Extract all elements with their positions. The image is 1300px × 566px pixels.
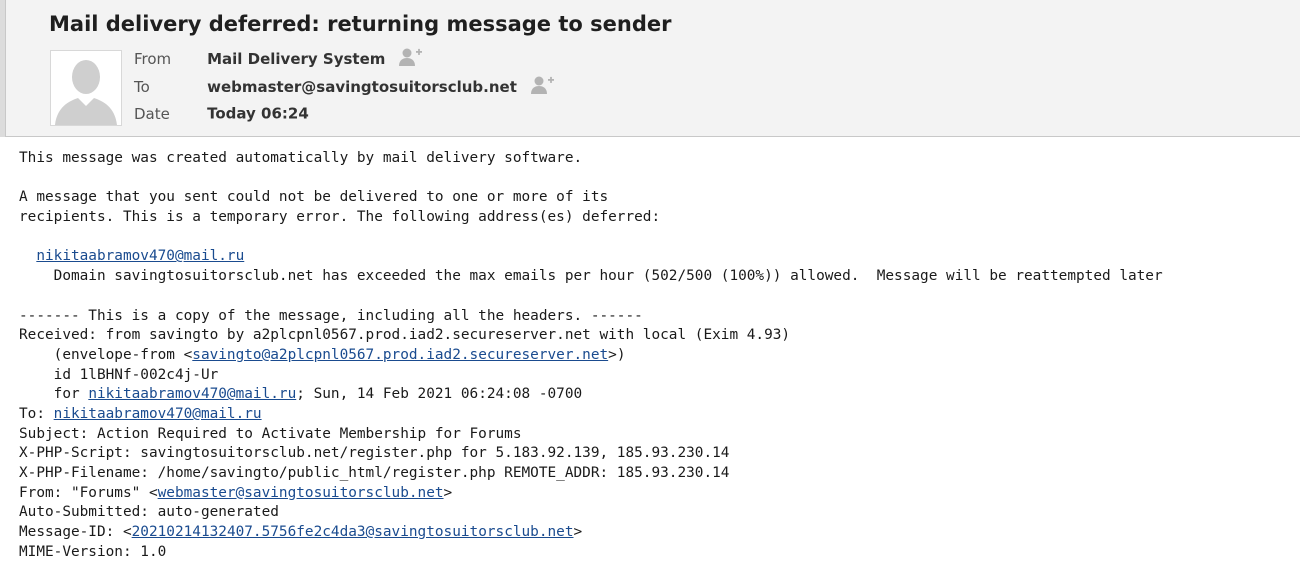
date-label: Date xyxy=(134,104,170,123)
message-id-link[interactable]: 20210214132407.5756fe2c4da3@savingtosuit… xyxy=(132,524,574,540)
message-subject: Mail delivery deferred: returning messag… xyxy=(49,12,672,36)
person-silhouette-icon xyxy=(50,50,122,126)
add-contact-icon[interactable] xyxy=(398,47,424,71)
line-text: > xyxy=(443,484,453,501)
body-line: Received: from savingto by a2plcpnl0567.… xyxy=(19,327,791,344)
for-link[interactable]: nikitaabramov470@mail.ru xyxy=(88,386,296,402)
body-line: id 1lBHNf-002c4j-Ur xyxy=(19,366,219,383)
add-contact-icon[interactable] xyxy=(530,75,556,99)
to-link[interactable]: nikitaabramov470@mail.ru xyxy=(54,406,262,422)
message-body: This message was created automatically b… xyxy=(19,149,1300,562)
to-line: To: nikitaabramov470@mail.ru xyxy=(19,405,1300,425)
line-text: > xyxy=(573,524,583,541)
line-text: (envelope-from < xyxy=(19,346,193,363)
from-label: From xyxy=(134,50,172,68)
envelope-from-line: (envelope-from <savingto@a2plcpnl0567.pr… xyxy=(19,346,1300,366)
body-line: A message that you sent could not be del… xyxy=(19,189,609,206)
line-text: To: xyxy=(19,405,54,422)
body-line: X-PHP-Filename: /home/savingto/public_ht… xyxy=(19,465,730,481)
body-line: X-PHP-Script: savingtosuitorsclub.net/re… xyxy=(19,445,730,462)
from-value[interactable]: Mail Delivery System xyxy=(207,50,385,68)
to-label: To xyxy=(134,78,150,96)
body-line: Subject: Action Required to Activate Mem… xyxy=(19,425,522,442)
date-value: Today 06:24 xyxy=(207,104,309,123)
body-line: MIME-Version: 1.0 xyxy=(19,543,167,560)
recipient-link[interactable]: nikitaabramov470@mail.ru xyxy=(36,248,244,264)
body-line: Domain savingtosuitorsclub.net has excee… xyxy=(19,268,1163,285)
line-text: From: "Forums" < xyxy=(19,484,158,501)
message-header: Mail delivery deferred: returning messag… xyxy=(6,0,1300,137)
date-row: Date Today 06:24 xyxy=(134,103,309,125)
body-line: This message was created automatically b… xyxy=(19,150,583,166)
to-value[interactable]: webmaster@savingtosuitorsclub.net xyxy=(207,78,517,96)
from-row: From Mail Delivery System xyxy=(134,47,424,69)
from-line: From: "Forums" <webmaster@savingtosuitor… xyxy=(19,484,1300,504)
body-line: Auto-Submitted: auto-generated xyxy=(19,504,279,521)
line-text: >) xyxy=(608,346,626,363)
line-text: Message-ID: < xyxy=(19,524,132,541)
message-id-line: Message-ID: <20210214132407.5756fe2c4da3… xyxy=(19,523,1300,543)
from-link[interactable]: webmaster@savingtosuitorsclub.net xyxy=(158,485,444,501)
for-line: for nikitaabramov470@mail.ru; Sun, 14 Fe… xyxy=(19,385,1300,405)
line-text: ; Sun, 14 Feb 2021 06:24:08 -0700 xyxy=(296,386,583,403)
body-line: recipients. This is a temporary error. T… xyxy=(19,209,661,226)
to-row: To webmaster@savingtosuitorsclub.net xyxy=(134,75,556,97)
body-line: ------- This is a copy of the message, i… xyxy=(19,307,643,324)
envelope-from-link[interactable]: savingto@a2plcpnl0567.prod.iad2.securese… xyxy=(192,347,608,363)
recipient-line: nikitaabramov470@mail.ru xyxy=(19,247,1300,267)
line-text: for xyxy=(19,386,89,403)
